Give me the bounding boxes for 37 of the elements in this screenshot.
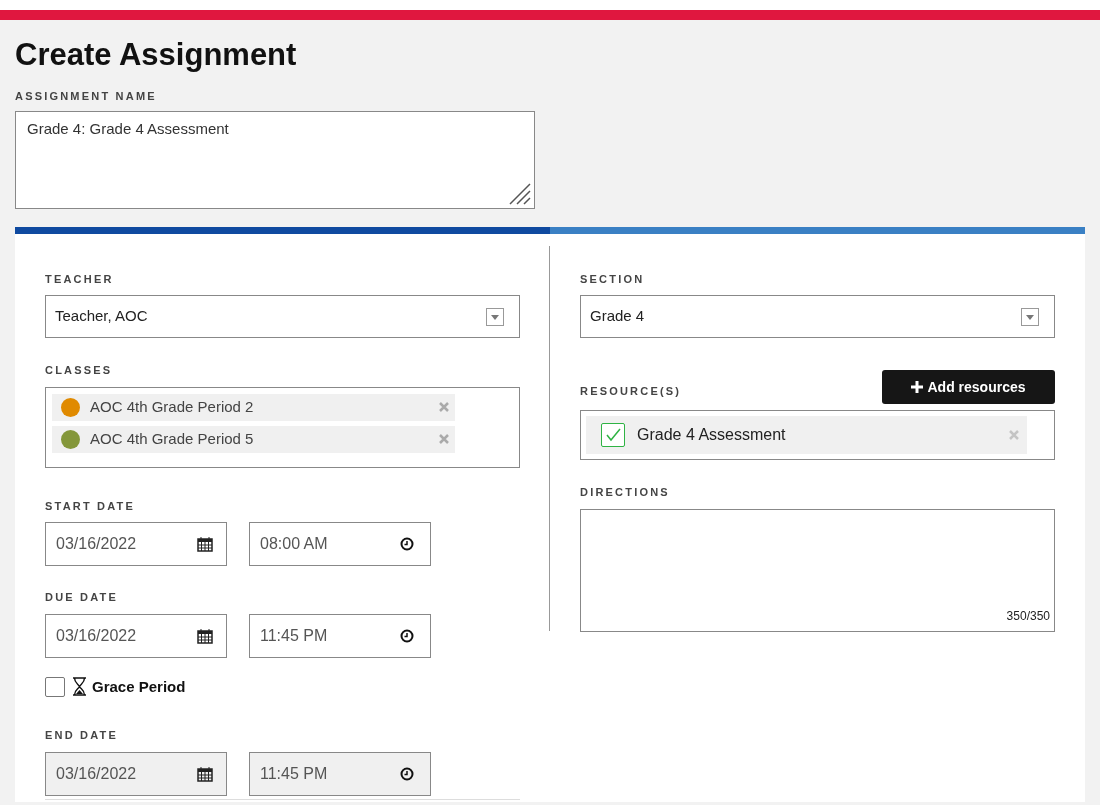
resource-chip: Grade 4 Assessment — [586, 416, 1027, 454]
time-field[interactable]: 11:45 PM — [249, 613, 431, 658]
add-resources-button[interactable]: Add resources — [882, 370, 1055, 404]
check-icon — [604, 426, 622, 444]
dropdown-caret-icon — [1021, 307, 1039, 326]
field-label: CLASSES — [45, 363, 114, 378]
field-label: END DATE — [45, 728, 119, 743]
field-label: RESOURCE(S) — [580, 383, 682, 399]
clock-icon[interactable] — [400, 537, 414, 551]
class-chip: AOC 4th Grade Period 2 — [52, 393, 455, 421]
dropdown-caret-icon — [486, 307, 504, 326]
directions-field[interactable]: 350/350 — [580, 508, 1055, 632]
field-label: DUE DATE — [45, 590, 119, 605]
calendar-icon[interactable] — [197, 536, 213, 552]
date-field[interactable]: 03/16/2022 — [45, 613, 227, 658]
character-counter: 350/350 — [1006, 607, 1050, 625]
time-field[interactable]: 08:00 AM — [249, 522, 431, 566]
checkbox[interactable] — [45, 676, 65, 697]
class-chip: AOC 4th Grade Period 5 — [52, 425, 455, 453]
page-title: Create Assignment — [15, 36, 298, 74]
checkbox-label: Grace Period — [92, 676, 186, 697]
checkbox[interactable] — [601, 423, 625, 447]
hourglass-icon — [72, 677, 87, 697]
field-label: SECTION — [580, 271, 646, 287]
field-label: DIRECTIONS — [580, 485, 671, 500]
field-label: START DATE — [45, 498, 137, 514]
plus-icon — [911, 381, 924, 393]
field-label: TEACHER — [45, 271, 115, 287]
resources-field[interactable]: Grade 4 Assessment — [580, 410, 1055, 460]
dropdown[interactable]: Grade 4 — [580, 295, 1055, 338]
date-field[interactable]: 03/16/2022 — [45, 522, 227, 566]
resize-handle-icon[interactable] — [507, 180, 531, 205]
field-label: ASSIGNMENT NAME — [15, 89, 158, 104]
clock-icon[interactable] — [400, 628, 414, 643]
assignment-name-field[interactable]: Grade 4: Grade 4 Assessment — [15, 110, 535, 209]
dropdown[interactable]: Teacher, AOC — [45, 295, 520, 338]
calendar-icon[interactable] — [197, 627, 213, 644]
